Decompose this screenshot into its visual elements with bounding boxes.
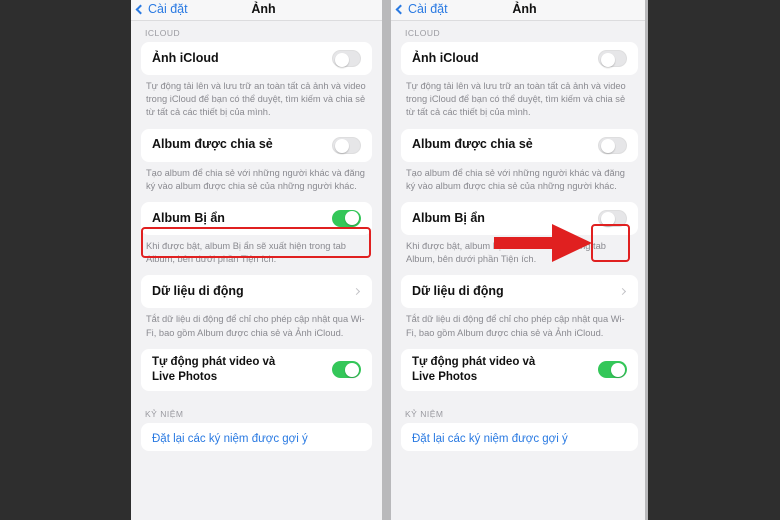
row-autoplay-video[interactable]: Tự động phát video và Live Photos [141,348,372,391]
row-label: Album Bị ẩn [152,210,225,225]
footnote-cellular-data: Tắt dữ liệu di động để chỉ cho phép cập … [146,314,365,338]
icloud-photos-toggle[interactable] [598,50,627,67]
row-label-line1: Tự động phát video và [412,356,536,369]
row-icloud-photos[interactable]: Ảnh iCloud [401,42,638,75]
reset-memories-label: Đặt lại các ký niệm được gợi ý [152,432,308,445]
toggle-knob [334,52,349,67]
right-arrow-icon [494,224,592,262]
autoplay-toggle[interactable] [332,361,361,379]
toggle-knob [600,52,615,67]
row-shared-album[interactable]: Album được chia sẻ [141,128,372,162]
row-label: Album được chia sẻ [152,137,273,152]
screenshot-stage: Cài đặt Ảnh ICLOUD Ảnh iCloud Tự động tả… [0,0,780,520]
chevron-right-icon [352,288,361,296]
chevron-right-icon [618,288,627,296]
footnote-cellular-data: Tắt dữ liệu di động để chỉ cho phép cập … [406,314,625,338]
icloud-photos-toggle[interactable] [332,50,361,67]
footnote-icloud-photos: Tự động tải lên và lưu trữ an toàn tất c… [406,81,626,118]
row-label: Album được chia sẻ [412,137,533,152]
phone-screen-before: Cài đặt Ảnh ICLOUD Ảnh iCloud Tự động tả… [131,0,382,520]
row-label: Dữ liệu di động [412,284,504,298]
hidden-album-toggle[interactable] [598,209,627,227]
section-header-memories: KỶ NIỆM [145,408,184,419]
panel-right-border [645,0,648,520]
row-cellular-data[interactable]: Dữ liệu di động [141,275,372,309]
toggle-knob [345,362,359,377]
row-label: Ảnh iCloud [152,50,219,65]
shared-album-toggle[interactable] [598,136,627,154]
footnote-hidden-album: Khi được bật, album Bị ẩn sẽ xuất hiện t… [146,240,346,265]
shared-album-toggle[interactable] [332,136,361,154]
page-title-left: Ảnh [251,2,276,16]
footnote-shared-album: Tạo album để chia sẻ với những người khá… [146,167,365,191]
row-shared-album[interactable]: Album được chia sẻ [401,128,638,162]
settings-list-left[interactable]: ICLOUD Ảnh iCloud Tự động tải lên và lưu… [131,21,382,451]
navigation-bar-right: Cài đặt Ảnh [391,0,648,21]
footnote-shared-album: Tạo album để chia sẻ với những người khá… [406,167,625,191]
row-reset-memories[interactable]: Đặt lại các ký niệm được gợi ý [141,422,372,451]
section-header-icloud: ICLOUD [405,28,441,38]
row-label: Ảnh iCloud [412,50,479,65]
toggle-knob [345,211,359,226]
navigation-bar-left: Cài đặt Ảnh [131,0,382,21]
toggle-knob [611,362,625,377]
toggle-knob [600,139,615,154]
row-autoplay-video[interactable]: Tự động phát video và Live Photos [401,348,638,391]
section-header-icloud: ICLOUD [145,28,181,38]
toggle-knob [600,212,615,227]
section-header-memories: KỶ NIỆM [405,408,444,419]
row-icloud-photos[interactable]: Ảnh iCloud [141,42,372,75]
row-reset-memories[interactable]: Đặt lại các ký niệm được gợi ý [401,422,638,451]
row-hidden-album[interactable]: Album Bị ẩn [141,201,372,235]
panel-divider [382,0,391,520]
row-label: Tự động phát video và Live Photos [152,355,332,384]
row-label-line2: Live Photos [152,370,218,383]
autoplay-toggle[interactable] [598,361,627,379]
row-label: Tự động phát video và Live Photos [412,355,598,384]
toggle-knob [334,139,349,154]
hidden-album-toggle[interactable] [332,209,361,227]
footnote-icloud-photos: Tự động tải lên và lưu trữ an toàn tất c… [146,81,366,118]
page-title-right: Ảnh [512,2,537,16]
reset-memories-label: Đặt lại các ký niệm được gợi ý [412,432,568,445]
row-cellular-data[interactable]: Dữ liệu di động [401,275,638,309]
row-label-line2: Live Photos [412,370,478,383]
row-label: Dữ liệu di động [152,284,244,298]
row-label-line1: Tự động phát video và [152,356,276,369]
